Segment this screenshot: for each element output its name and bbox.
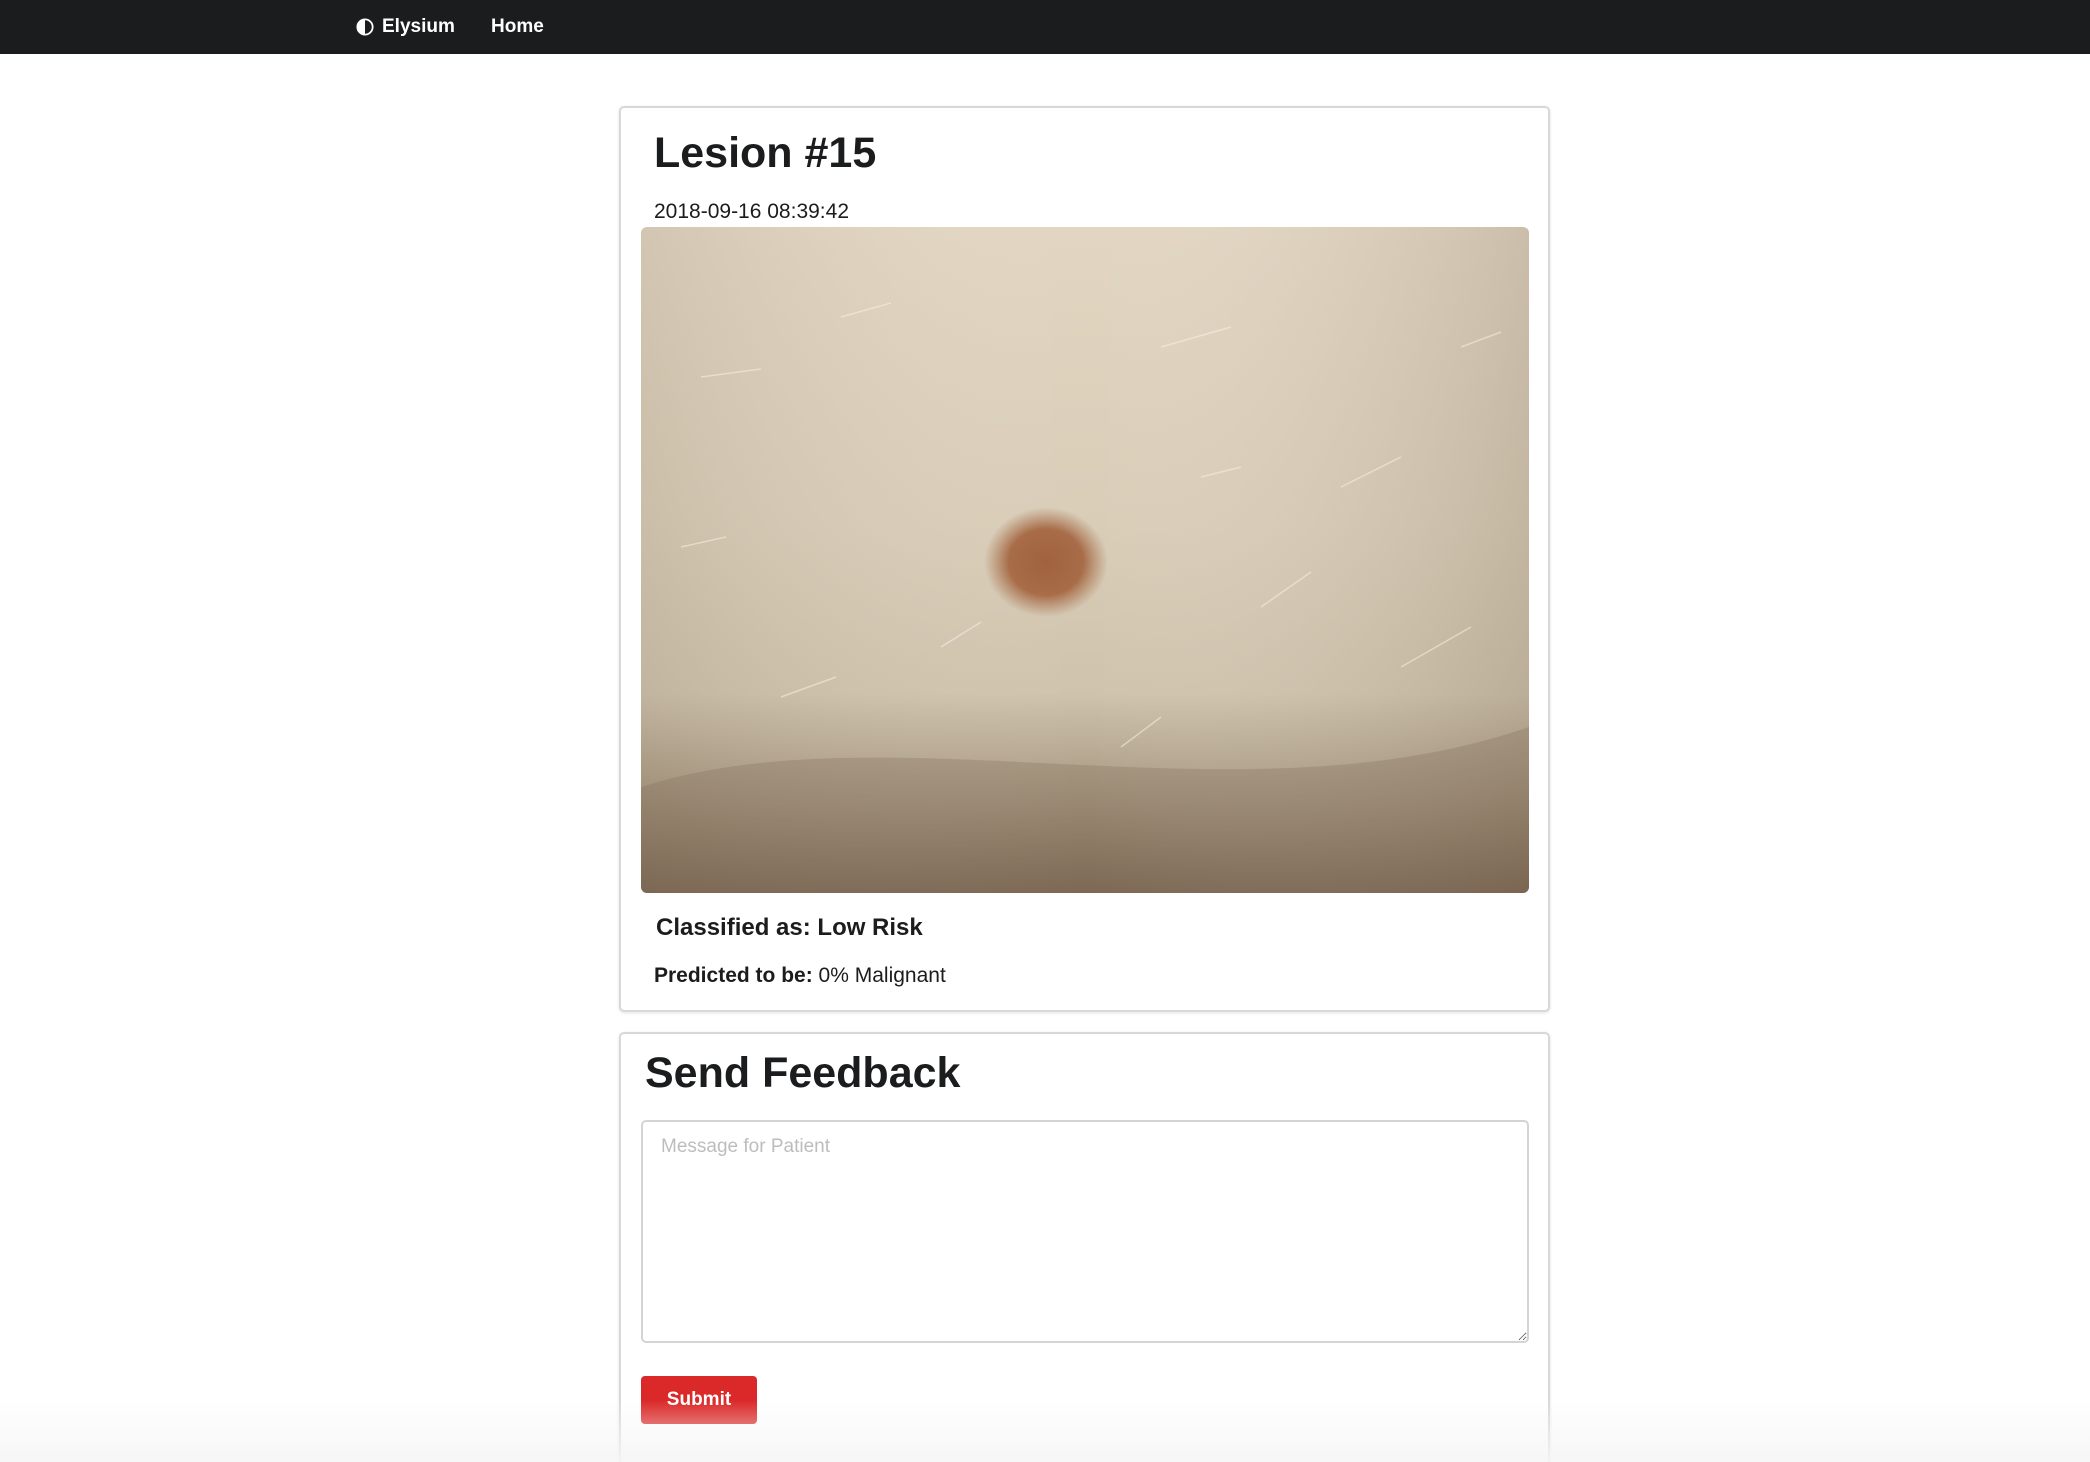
top-navbar: Elysium Home — [0, 0, 2090, 54]
lesion-timestamp: 2018-09-16 08:39:42 — [654, 200, 849, 223]
brand-label: Elysium — [382, 16, 455, 37]
submit-button[interactable]: Submit — [641, 1376, 757, 1424]
lesion-title: Lesion #15 — [654, 129, 877, 177]
half-circle-icon — [356, 18, 374, 36]
feedback-card: Send Feedback Submit — [619, 1032, 1550, 1462]
lesion-photo — [641, 227, 1529, 893]
prediction-label: Predicted to be: — [654, 964, 813, 987]
prediction-result: Predicted to be: 0% Malignant — [654, 964, 946, 988]
feedback-title: Send Feedback — [645, 1049, 961, 1097]
prediction-value: 0% Malignant — [818, 964, 946, 987]
nav-home-link[interactable]: Home — [491, 0, 544, 54]
lesion-card: Lesion #15 2018-09-16 08:39:42 Classifie… — [619, 106, 1550, 1012]
patient-message-textarea[interactable] — [641, 1120, 1529, 1343]
brand-link[interactable]: Elysium — [356, 0, 455, 54]
classification-result: Classified as: Low Risk — [656, 914, 923, 941]
